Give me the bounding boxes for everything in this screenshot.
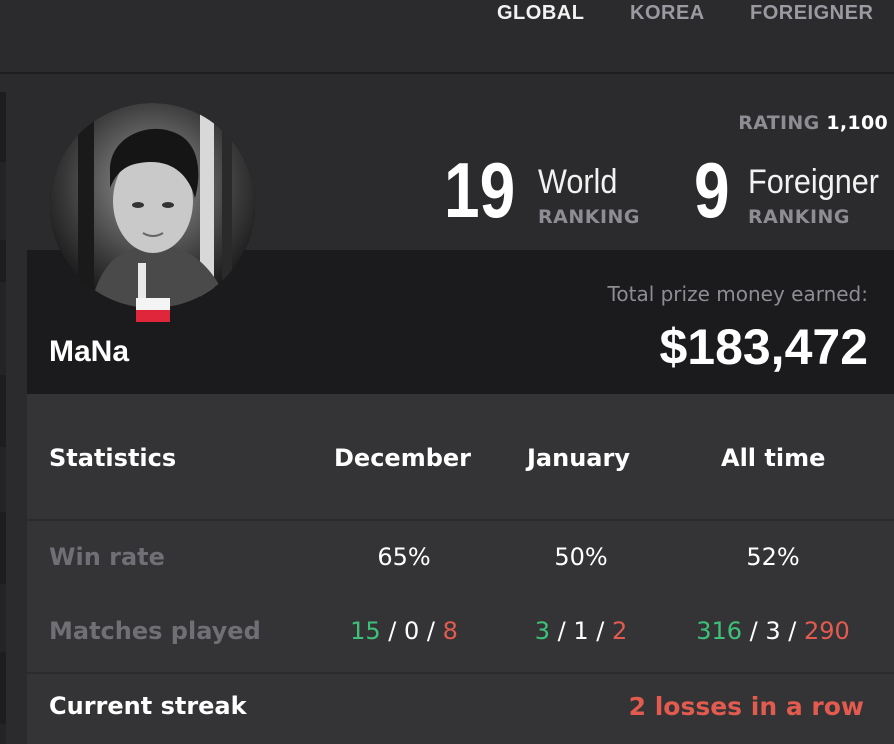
player-portrait-image (50, 103, 255, 308)
foreigner-rank-number: 9 (694, 146, 730, 234)
poland-flag-icon (136, 298, 170, 322)
rating-display: RATING 1,100 (738, 112, 888, 134)
current-streak-value: 2 losses in a row (628, 692, 864, 721)
matches-played-label: Matches played (49, 617, 261, 645)
left-edge-strip (0, 92, 6, 744)
region-nav: GLOBAL KOREA FOREIGNER (0, 0, 894, 74)
table-divider (27, 519, 894, 521)
foreigner-rank-scope: Foreigner (748, 163, 879, 201)
prize-money-label: Total prize money earned: (607, 282, 868, 306)
tab-korea[interactable]: KOREA (630, 0, 705, 26)
foreigner-rank-sub: RANKING (748, 206, 851, 228)
win-rate-december: 65% (377, 543, 431, 571)
win-rate-january: 50% (554, 543, 608, 571)
tab-foreigner[interactable]: FOREIGNER (750, 0, 873, 26)
stats-header-january: January (527, 444, 630, 472)
world-rank-scope: World (538, 163, 618, 201)
win-rate-label: Win rate (49, 543, 165, 571)
world-rank-sub: RANKING (538, 206, 641, 228)
player-avatar (50, 103, 255, 308)
current-streak-label: Current streak (49, 692, 247, 720)
stats-header-december: December (334, 444, 472, 472)
matches-played-all-time: 316 / 3 / 290 (696, 617, 850, 645)
rating-value: 1,100 (826, 112, 888, 134)
matches-played-january: 3 / 1 / 2 (534, 617, 628, 645)
prize-money-value: $183,472 (659, 319, 868, 375)
rating-label: RATING (738, 112, 820, 134)
matches-played-december: 15 / 0 / 8 (350, 617, 458, 645)
table-divider (27, 672, 894, 674)
stats-header-statistics: Statistics (49, 444, 177, 472)
tab-global[interactable]: GLOBAL (497, 0, 584, 26)
player-name: MaNa (49, 335, 130, 368)
stats-header-all-time: All time (721, 444, 826, 472)
win-rate-all-time: 52% (746, 543, 800, 571)
world-rank-number: 19 (444, 146, 516, 234)
